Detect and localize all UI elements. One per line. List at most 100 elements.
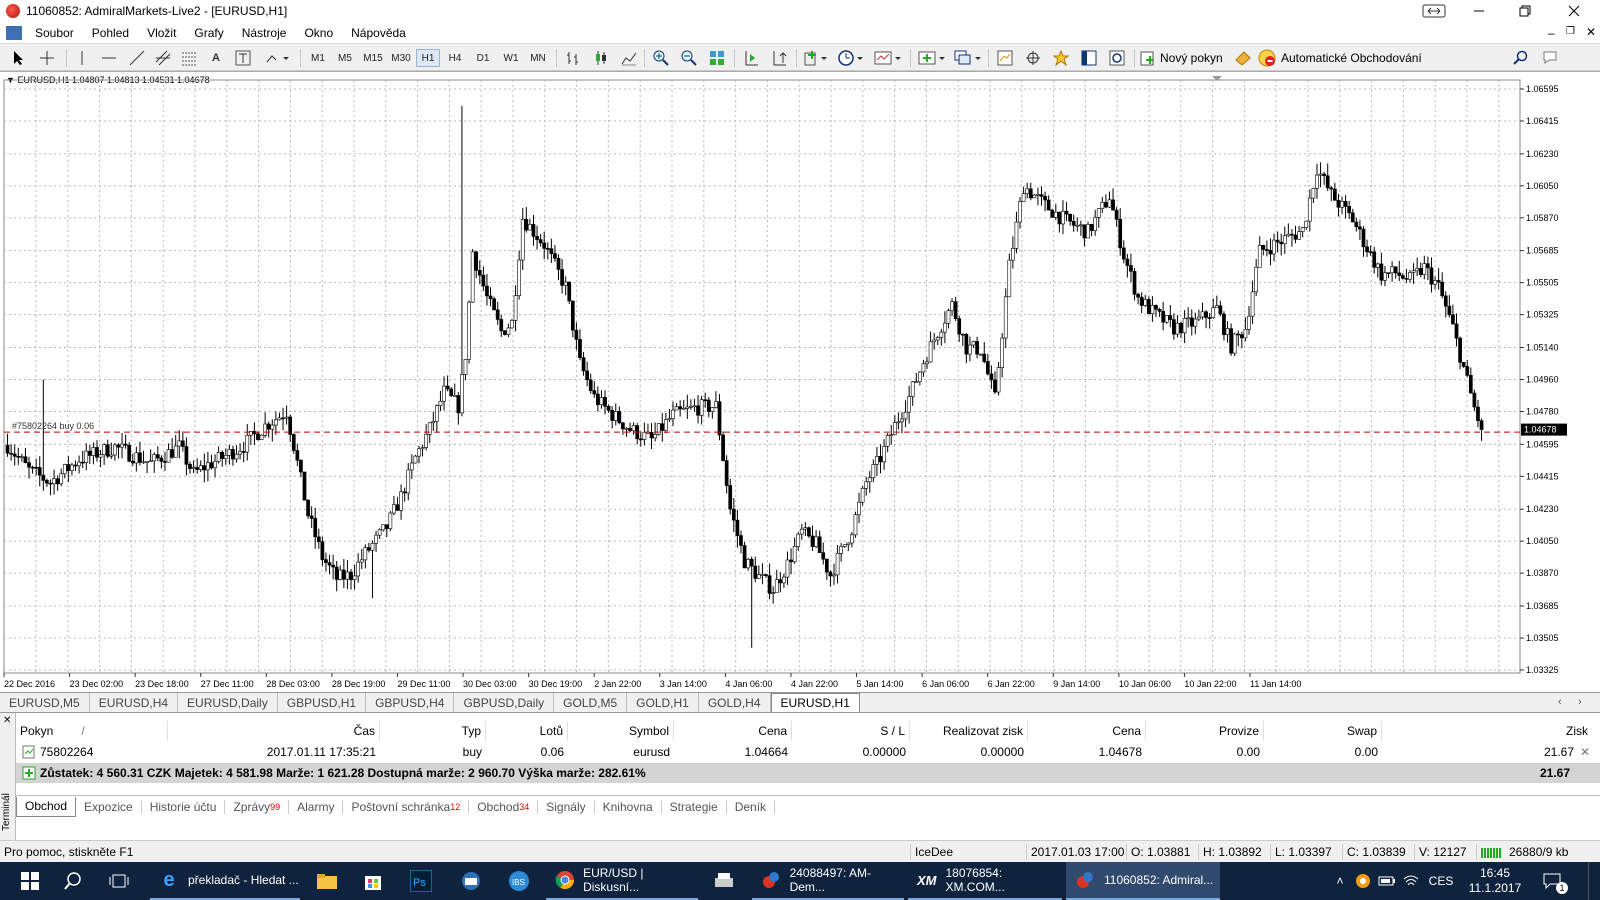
store-icon[interactable]	[354, 862, 392, 900]
chart-tab-eurusd-m5[interactable]: EURUSD,M5	[0, 693, 90, 712]
wifi-icon[interactable]	[1400, 862, 1422, 900]
mail-icon[interactable]	[452, 862, 490, 900]
terminal-tab-0[interactable]: Obchod	[16, 796, 77, 817]
printer-icon[interactable]	[704, 862, 744, 900]
zoom-in-icon[interactable]	[650, 48, 672, 68]
taskbar-app-chrome[interactable]: EUR/USD | Diskusní...	[546, 862, 698, 900]
search-taskbar-icon[interactable]	[58, 862, 88, 900]
cursor-icon[interactable]	[8, 48, 28, 68]
restore-size-icon[interactable]	[1416, 0, 1452, 22]
col-header-swap[interactable]: Swap	[1264, 721, 1382, 741]
timeframe-m15[interactable]: M15	[360, 49, 386, 67]
line-chart-icon[interactable]	[618, 48, 640, 68]
maximize-button[interactable]	[1502, 0, 1548, 22]
menu-insert[interactable]: Vložit	[138, 26, 185, 40]
candlestick-chart-icon[interactable]	[590, 48, 612, 68]
indicators-dropdown-icon[interactable]	[802, 48, 830, 68]
metaeditor-icon[interactable]	[1232, 48, 1254, 68]
col-header-symbol[interactable]: Symbol	[568, 721, 674, 741]
terminal-tab-7[interactable]: Signály	[538, 799, 595, 814]
shapes-dropdown-icon[interactable]	[262, 48, 292, 68]
timeframe-m30[interactable]: M30	[388, 49, 414, 67]
menu-view[interactable]: Pohled	[83, 26, 138, 40]
col-header-current-price[interactable]: Cena	[1028, 721, 1146, 741]
chart-tab-gbpusd-h1[interactable]: GBPUSD,H1	[278, 693, 367, 712]
tab-scroll-right-icon[interactable]: ›	[1578, 696, 1582, 708]
bar-chart-icon[interactable]	[562, 48, 584, 68]
terminal-tab-5[interactable]: Poštovní schránka 12	[343, 799, 470, 814]
navigator-icon[interactable]	[1050, 48, 1072, 68]
strategy-tester-icon[interactable]	[1106, 48, 1128, 68]
timeframe-h1[interactable]: H1	[416, 49, 440, 67]
status-profile[interactable]: IceDee	[910, 844, 1026, 860]
task-view-icon[interactable]	[104, 862, 134, 900]
action-center-icon[interactable]: 1	[1534, 862, 1570, 900]
profiles-dropdown-icon[interactable]	[952, 48, 984, 68]
terminal-tab-10[interactable]: Deník	[727, 799, 776, 814]
market-watch-icon[interactable]	[994, 48, 1016, 68]
crosshair-icon[interactable]	[36, 48, 58, 68]
chart-tab-eurusd-h4[interactable]: EURUSD,H4	[90, 693, 179, 712]
close-order-icon[interactable]: ✕	[1580, 743, 1594, 761]
timeframe-w1[interactable]: W1	[499, 49, 523, 67]
chart-tab-gbpusd-h4[interactable]: GBPUSD,H4	[366, 693, 455, 712]
close-button[interactable]	[1548, 0, 1600, 22]
tab-scroll-left-icon[interactable]: ‹	[1558, 696, 1562, 708]
file-explorer-icon[interactable]	[308, 862, 346, 900]
periods-clock-icon[interactable]	[836, 48, 866, 68]
show-desktop-button[interactable]	[1588, 862, 1600, 900]
terminal-tab-9[interactable]: Strategie	[662, 799, 727, 814]
chart-tab-gold-h1[interactable]: GOLD,H1	[627, 693, 699, 712]
col-header-type[interactable]: Typ	[380, 721, 486, 741]
tray-app-icon[interactable]	[1352, 862, 1374, 900]
terminal-tab-8[interactable]: Knihovna	[595, 799, 662, 814]
terminal-tab-1[interactable]: Expozice	[76, 799, 142, 814]
horizontal-line-icon[interactable]	[98, 48, 120, 68]
menu-file[interactable]: Soubor	[26, 26, 83, 40]
col-header-commission[interactable]: Provize	[1146, 721, 1264, 741]
text-label-icon[interactable]	[232, 48, 254, 68]
menu-charts[interactable]: Grafy	[185, 26, 232, 40]
timeframe-mn[interactable]: MN	[526, 49, 550, 67]
tile-windows-icon[interactable]	[706, 48, 728, 68]
col-header-profit[interactable]: Zisk	[1382, 721, 1592, 741]
child-close-button[interactable]: ✕	[1586, 25, 1596, 39]
terminal-toggle-icon[interactable]	[1078, 48, 1100, 68]
taskbar-app-xm[interactable]: XM 18076854: XM.COM...	[908, 862, 1062, 900]
chart-window-icon[interactable]	[6, 25, 22, 40]
col-header-stop-loss[interactable]: S / L	[792, 721, 910, 741]
child-restore-button[interactable]: ❐	[1566, 26, 1575, 37]
chart-tab-eurusd-daily[interactable]: EURUSD,Daily	[178, 693, 278, 712]
child-minimize-button[interactable]: –	[1548, 26, 1555, 40]
col-header-lots[interactable]: Lotů	[486, 721, 568, 741]
status-connection[interactable]: 26880/9 kb	[1476, 844, 1600, 860]
taskbar-app-edge[interactable]: e překladač - Hledat ...	[150, 862, 300, 900]
fibonacci-icon[interactable]	[178, 48, 200, 68]
minimize-button[interactable]	[1456, 0, 1502, 22]
menu-help[interactable]: Nápověda	[342, 26, 415, 40]
input-language[interactable]: CES	[1426, 862, 1456, 900]
terminal-close-icon[interactable]: ✕	[3, 715, 11, 726]
channel-icon[interactable]	[152, 48, 174, 68]
auto-trading-button[interactable]: Automatické Obchodování	[1258, 48, 1428, 68]
start-button[interactable]	[12, 862, 48, 900]
text-tool-icon[interactable]: A	[206, 48, 226, 68]
chart-shift-icon[interactable]	[768, 48, 790, 68]
timeframe-m5[interactable]: M5	[333, 49, 357, 67]
taskbar-app-mt4-am-demo[interactable]: 24088497: AM-Dem...	[752, 862, 904, 900]
col-header-time[interactable]: Čas	[168, 721, 380, 741]
vertical-line-icon[interactable]	[72, 48, 92, 68]
terminal-tab-4[interactable]: Alarmy	[289, 799, 344, 814]
taskbar-app-admiral[interactable]: 11060852: Admiral...	[1066, 862, 1220, 900]
chart-tab-gold-m5[interactable]: GOLD,M5	[554, 693, 628, 712]
col-header-take-profit[interactable]: Realizovat zisk	[910, 721, 1028, 741]
timeframe-m1[interactable]: M1	[306, 49, 330, 67]
terminal-tab-2[interactable]: Historie účtu	[142, 799, 226, 814]
timeframe-h4[interactable]: H4	[443, 49, 467, 67]
app-circle-icon[interactable]: IBS	[500, 862, 538, 900]
col-header-order[interactable]: Pokyn /	[20, 721, 168, 741]
trendline-icon[interactable]	[126, 48, 148, 68]
chat-icon[interactable]	[1540, 48, 1564, 68]
data-window-icon[interactable]	[1022, 48, 1044, 68]
battery-icon[interactable]	[1376, 862, 1398, 900]
